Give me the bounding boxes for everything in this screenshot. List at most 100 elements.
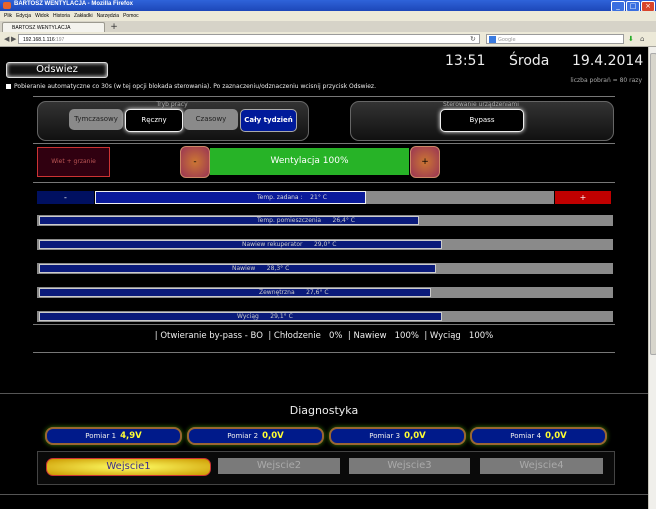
- measurement-value: 0,0V: [262, 431, 284, 441]
- temp-unit: ° C: [345, 217, 355, 224]
- diagnostics-title: Diagnostyka: [289, 404, 359, 417]
- clock-day: Środa: [509, 53, 550, 69]
- menu-bar: Plik Edycja Widok Historia Zakładki Narzędzia…: [0, 11, 656, 21]
- temp-unit: ° C: [280, 265, 290, 272]
- temp-name: Temp. pomieszczenia: [257, 217, 322, 224]
- temp-spacer: [295, 289, 306, 296]
- temp-spacer: [259, 313, 270, 320]
- forward-arrow-icon[interactable]: ▶: [11, 35, 16, 43]
- download-icon[interactable]: ⬇: [628, 35, 634, 43]
- address-bar[interactable]: 192.168.1.116:197: [18, 34, 480, 44]
- temp-spacer: [303, 241, 314, 248]
- window-title: BARTOSZ WENTYLACJA - Mozilla Firefox: [14, 1, 134, 7]
- temp-reading-label: Wyciąg 29,1° C: [237, 311, 293, 322]
- temp-value: 26,4: [332, 217, 346, 224]
- measurement-label: Pomiar 3: [369, 432, 401, 440]
- bypass-button[interactable]: Bypass: [440, 109, 524, 132]
- input-1-indicator: Wejscie1: [46, 458, 211, 476]
- temp-value: 27,6: [306, 289, 320, 296]
- temp-reading-fill: [39, 216, 419, 225]
- mode-reczny-button[interactable]: Ręczny: [125, 109, 183, 132]
- measurement-label: Pomiar 1: [85, 432, 117, 440]
- back-arrow-icon[interactable]: ◀: [4, 35, 9, 43]
- measurement-value: 0,0V: [404, 431, 426, 441]
- temp-reading-row: Wyciąg 29,1° C: [37, 311, 613, 322]
- measurement-value: 4,9V: [120, 431, 142, 441]
- mode-czasowy-button[interactable]: Czasowy: [184, 109, 238, 130]
- search-placeholder: Google: [498, 37, 516, 43]
- divider: [33, 324, 615, 325]
- input-2-indicator: Wejscie2: [218, 458, 340, 474]
- clock-time: 13:51: [445, 53, 486, 69]
- temp-unit: ° C: [327, 241, 337, 248]
- temp-minus-button[interactable]: -: [37, 191, 94, 204]
- divider: [33, 96, 615, 97]
- input-4-indicator: Wejscie4: [480, 458, 603, 474]
- auto-refresh-row: Pobieranie automatyczne co 30s (w tej op…: [6, 83, 376, 90]
- temp-reading-fill: [39, 240, 442, 249]
- temp-reading-label: Zewnętrzna 27,6° C: [259, 287, 329, 298]
- temp-name: Zewnętrzna: [259, 289, 295, 296]
- measurement-label: Pomiar 4: [510, 432, 542, 440]
- measurement-1: Pomiar 1 4,9V: [45, 427, 182, 445]
- temp-value: 28,3: [266, 265, 281, 272]
- refresh-button[interactable]: Odswiez: [6, 62, 108, 78]
- work-mode-title: Tryb pracy: [156, 101, 188, 108]
- search-input[interactable]: Google: [486, 34, 624, 44]
- temp-unit: ° C: [283, 313, 293, 320]
- target-temp-value: 21: [310, 194, 318, 201]
- menu-edycja[interactable]: Edycja: [16, 11, 31, 21]
- temp-reading-label: Nawiew 28,3° C: [232, 263, 289, 274]
- temp-value: 29,0: [313, 241, 328, 248]
- divider: [33, 143, 615, 144]
- measurement-value: 0,0V: [545, 431, 567, 441]
- temp-value: 29,1: [270, 313, 284, 320]
- page-content: 13:51 Środa 19.4.2014 Odswiez liczba pob…: [0, 47, 648, 509]
- temp-reading-label: Nawiew rekuperator 29,0° C: [242, 239, 336, 250]
- temp-name: Nawiew: [232, 265, 256, 272]
- temp-name: Wyciąg: [237, 313, 259, 320]
- temp-reading-label: Temp. pomieszczenia 26,4° C: [257, 215, 355, 226]
- menu-historia[interactable]: Historia: [53, 11, 70, 21]
- menu-narzedzia[interactable]: Narzędzia: [97, 11, 120, 21]
- status-line: | Otwieranie by-pass - BO | Chłodzenie 0…: [154, 331, 494, 341]
- divider: [33, 182, 615, 183]
- new-tab-button[interactable]: +: [109, 22, 119, 32]
- temp-reading-fill: [39, 288, 431, 297]
- measurement-4: Pomiar 4 0,0V: [470, 427, 607, 445]
- reload-icon[interactable]: ↻: [470, 35, 476, 43]
- scrollbar-thumb[interactable]: [650, 53, 656, 355]
- menu-widok[interactable]: Widok: [35, 11, 49, 21]
- temp-name: Nawiew rekuperator: [242, 241, 303, 248]
- device-control-title: Sterowanie urządzeniami: [443, 101, 519, 108]
- mode-caly-tydzien-button[interactable]: Cały tydzień: [240, 109, 297, 132]
- fan-plus-button[interactable]: +: [410, 146, 440, 178]
- navigation-bar: ◀ ▶ 192.168.1.116:197 ↻ Google ⬇ ⌂: [0, 32, 656, 47]
- temp-reading-row: Temp. pomieszczenia 26,4° C: [37, 215, 613, 226]
- temp-plus-button[interactable]: +: [555, 191, 611, 204]
- temp-unit: ° C: [319, 289, 329, 296]
- tab-bartosz[interactable]: BARTOSZ WENTYLACJA: [2, 22, 105, 32]
- target-temp-label: Temp. zadana : 21° C: [257, 191, 327, 204]
- title-bar: BARTOSZ WENTYLACJA - Mozilla Firefox _ □…: [0, 0, 656, 12]
- menu-zakladki[interactable]: Zakładki: [74, 11, 93, 21]
- auto-refresh-checkbox[interactable]: [6, 84, 11, 89]
- measurement-label: Pomiar 2: [227, 432, 259, 440]
- temp-spacer: [321, 217, 332, 224]
- menu-pomoc[interactable]: Pomoc: [123, 11, 139, 21]
- mode-tymczasowy-button[interactable]: Tymczasowy: [69, 109, 123, 130]
- input-3-indicator: Wejscie3: [349, 458, 470, 474]
- home-icon[interactable]: ⌂: [640, 35, 644, 43]
- auto-refresh-label: Pobieranie automatyczne co 30s (w tej op…: [14, 83, 376, 90]
- measurement-2: Pomiar 2 0,0V: [187, 427, 324, 445]
- scrollbar[interactable]: [648, 47, 656, 509]
- divider: [0, 494, 648, 495]
- menu-plik[interactable]: Plik: [4, 11, 12, 21]
- fan-minus-button[interactable]: -: [180, 146, 210, 178]
- target-temp-name: Temp. zadana :: [257, 194, 303, 201]
- heating-mode-button[interactable]: Wiet + grzanie: [37, 147, 110, 177]
- fan-level-bar: Wentylacja 100%: [210, 148, 409, 175]
- clock-date: 19.4.2014: [572, 53, 644, 69]
- url-host: 192.168.1.116: [23, 37, 55, 43]
- temp-reading-row: Zewnętrzna 27,6° C: [37, 287, 613, 298]
